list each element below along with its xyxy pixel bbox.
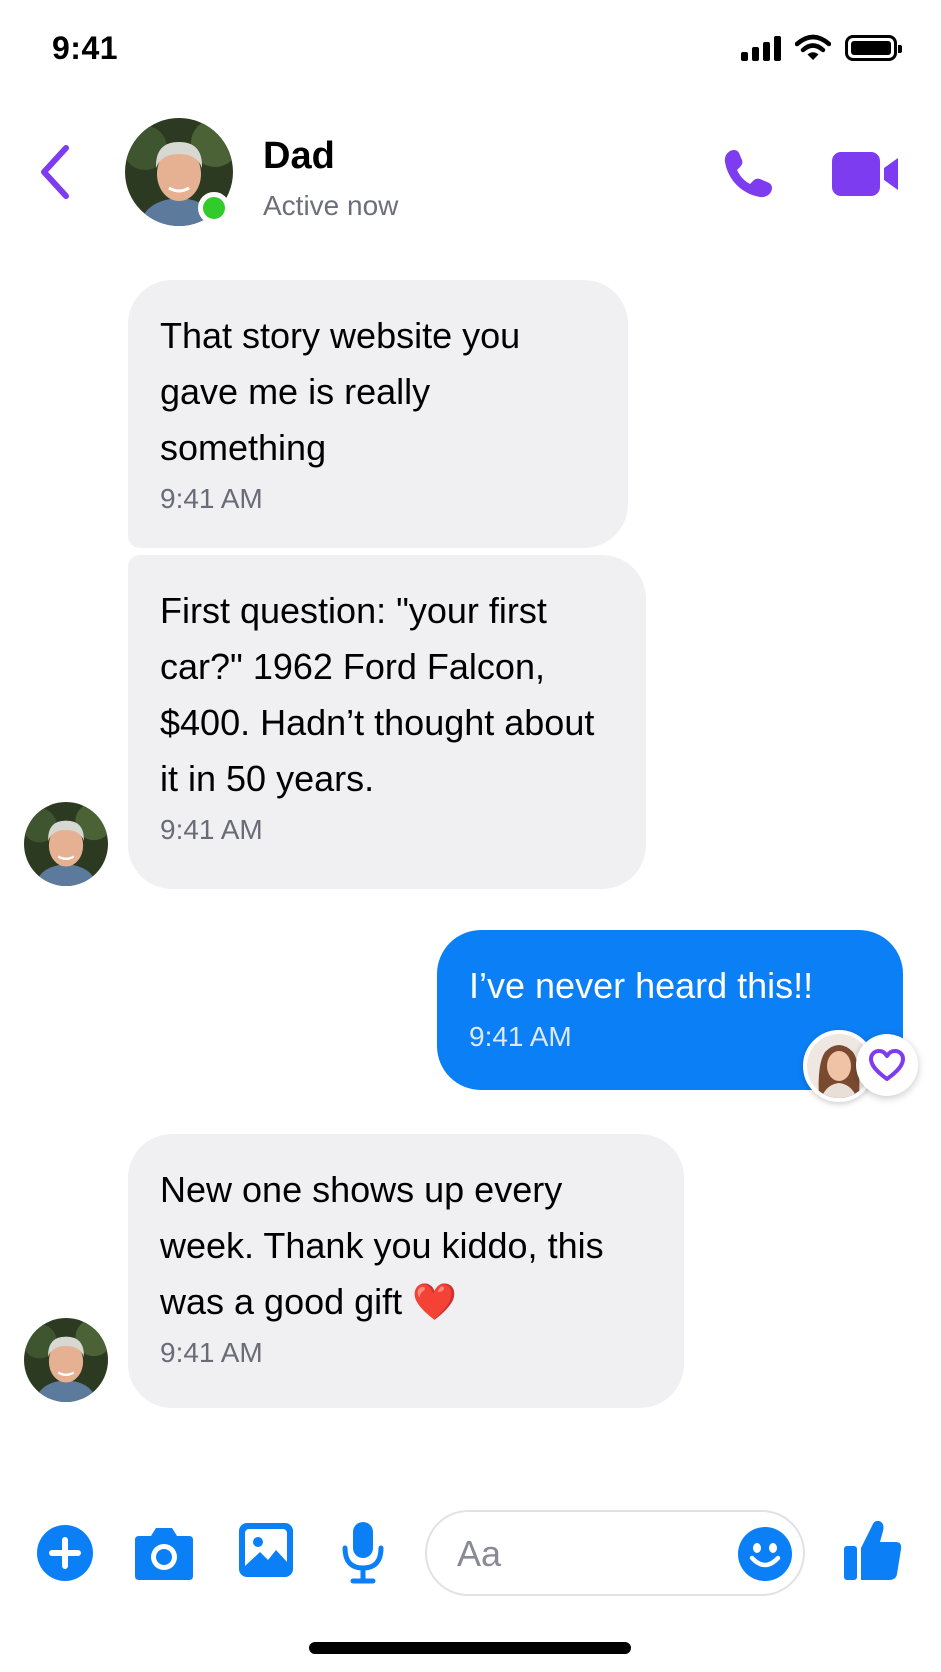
heart-icon: [869, 1049, 905, 1081]
message-input[interactable]: [457, 1530, 717, 1578]
plus-icon[interactable]: [36, 1524, 94, 1582]
message-text: New one shows up every week. Thank you k…: [160, 1169, 604, 1322]
message-time: 9:41 AM: [160, 1337, 263, 1368]
contact-status: Active now: [263, 190, 399, 221]
message-time: 9:41 AM: [160, 814, 263, 845]
status-time: 9:41: [52, 30, 119, 66]
battery-icon: [845, 35, 902, 61]
message-text: I’ve never heard this!!: [469, 965, 814, 1006]
sender-avatar[interactable]: [24, 1318, 108, 1402]
message-bubble-incoming[interactable]: First question: "your first car?" 1962 F…: [128, 555, 646, 889]
message-input-container[interactable]: [425, 1510, 805, 1596]
messenger-chat-screen: 9:41 Dad Active now That story website y…: [0, 0, 941, 1672]
message-time: 9:41 AM: [160, 483, 263, 514]
thumbs-up-icon[interactable]: [842, 1518, 904, 1582]
message-bubble-incoming[interactable]: New one shows up every week. Thank you k…: [128, 1134, 684, 1408]
phone-icon[interactable]: [718, 144, 778, 204]
message-text: That story website you gave me is really…: [160, 315, 521, 468]
microphone-icon[interactable]: [341, 1520, 385, 1584]
sender-avatar[interactable]: [24, 802, 108, 886]
signal-icon: [741, 35, 781, 61]
emoji-icon[interactable]: [737, 1526, 793, 1582]
image-icon[interactable]: [238, 1522, 294, 1578]
status-icons: [741, 34, 902, 62]
online-status-dot: [198, 192, 230, 224]
message-bubble-incoming[interactable]: That story website you gave me is really…: [128, 280, 628, 548]
wifi-icon: [795, 34, 831, 60]
message-text: First question: "your first car?" 1962 F…: [160, 590, 595, 799]
camera-icon[interactable]: [133, 1522, 195, 1582]
heart-reaction[interactable]: [856, 1034, 918, 1096]
video-camera-icon[interactable]: [832, 150, 900, 198]
home-indicator: [309, 1642, 631, 1654]
contact-name[interactable]: Dad: [263, 135, 335, 178]
chevron-left-icon[interactable]: [36, 142, 76, 202]
